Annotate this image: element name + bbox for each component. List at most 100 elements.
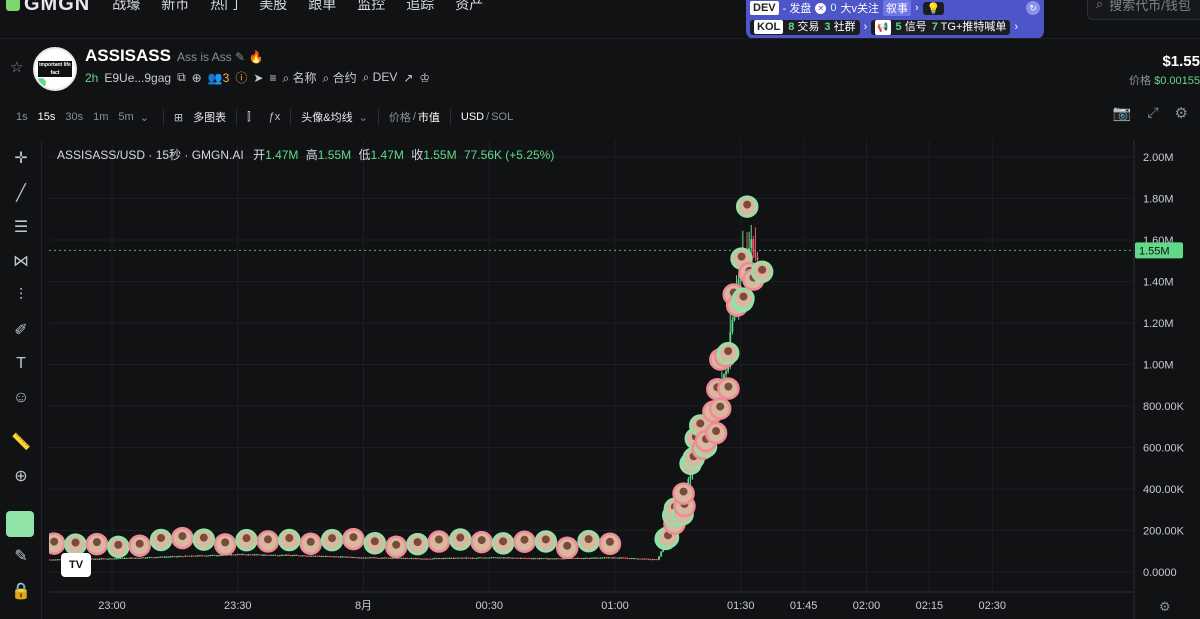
sol-toggle[interactable]: SOL (491, 111, 513, 123)
nav-assets[interactable]: 资产 (455, 0, 483, 14)
trade-avatar-marker-face (370, 537, 379, 546)
candle-body (259, 554, 262, 556)
copy-icon[interactable]: ⧉ (177, 70, 186, 85)
trade-avatar-marker-face (92, 538, 101, 547)
multi-chart-button[interactable]: 多图表 (193, 109, 226, 125)
candle-type-icon[interactable]: ⫿ (247, 111, 251, 124)
candle-body (134, 557, 136, 559)
candle-body (155, 557, 157, 559)
external-link-icon[interactable]: ↗ (403, 71, 413, 85)
candle-body (299, 555, 302, 557)
crown-icon[interactable]: ♔ (419, 71, 430, 85)
candle-body (750, 239, 753, 249)
camera-icon[interactable]: 📷 (1113, 104, 1132, 122)
gmgn-logo[interactable]: GMGN (6, 0, 90, 16)
search-dev-link[interactable]: ⌕ DEV (363, 70, 398, 85)
trade-avatar-marker-face (114, 540, 123, 549)
token-avatar[interactable]: important life fact (33, 47, 77, 91)
candle-body (324, 556, 327, 558)
logo-text: GMGN (24, 0, 91, 15)
candle-body (507, 557, 510, 559)
candle-body (456, 557, 459, 559)
text-icon[interactable]: T (10, 353, 32, 375)
candle-body (144, 557, 147, 559)
fib-icon[interactable]: ⫶ (10, 285, 32, 307)
timeframe-1m[interactable]: 1m (93, 111, 108, 123)
search-name-link[interactable]: ⌕ 名称 (282, 69, 316, 86)
warning-icon[interactable]: ⓘ (235, 69, 247, 86)
add-chart-icon[interactable]: ⊞ (174, 111, 183, 124)
candle-body (257, 554, 260, 556)
candle-body (429, 558, 432, 560)
candle-body (421, 558, 424, 560)
globe-icon[interactable]: ⊕ (192, 71, 202, 85)
magnet-active-icon[interactable] (6, 511, 34, 537)
nav-us-stocks[interactable]: 美股 (259, 0, 287, 14)
candle-body (301, 555, 304, 557)
candle-body (433, 558, 436, 560)
chevron-down-icon[interactable]: ⌄ (140, 111, 149, 124)
signal-box[interactable]: 📢 5 信号 7 TG+推特喊单 (871, 19, 1011, 35)
token-address[interactable]: E9Ue...9gag (104, 71, 171, 85)
brush-icon[interactable]: ✐ (10, 320, 32, 342)
timeframe-5m[interactable]: 5m (118, 111, 133, 123)
emoji-icon[interactable]: ☺ (10, 387, 32, 409)
fullscreen-icon[interactable]: ⤢ (1147, 104, 1158, 122)
nav-new[interactable]: 新币 (161, 0, 189, 14)
search-contract-link[interactable]: ⌕ 合约 (323, 69, 357, 86)
avatar-ma-dropdown[interactable]: 头像&均线 (301, 109, 352, 125)
nav-monitor[interactable]: 监控 (357, 0, 385, 14)
candle-body (264, 554, 266, 556)
timeframe-30s[interactable]: 30s (65, 111, 83, 123)
tradingview-logo[interactable]: TV (61, 553, 91, 577)
holders-icon[interactable]: 👥3 (208, 71, 230, 85)
candle-body (50, 559, 53, 561)
candle-body (477, 557, 480, 559)
trade-avatar-marker-face (605, 537, 614, 546)
chevron-down-icon[interactable]: ⌄ (359, 111, 368, 124)
timeframe-1s[interactable]: 1s (16, 111, 28, 123)
legend-open-label: 开 (253, 148, 266, 162)
nav-trenches[interactable]: 战壕 (112, 0, 140, 14)
candle-body (588, 558, 591, 560)
nav-track[interactable]: 追踪 (406, 0, 434, 14)
zoom-in-icon[interactable]: ⊕ (10, 466, 32, 488)
candle-body (438, 558, 440, 560)
refresh-icon[interactable]: ↻ (1026, 1, 1040, 15)
telegram-icon[interactable]: ➤ (253, 71, 263, 85)
horizontal-lines-icon[interactable]: ☰ (10, 217, 32, 239)
trendline-icon[interactable]: ╱ (10, 183, 32, 205)
usd-toggle[interactable]: USD (461, 111, 484, 123)
nav-copytrade[interactable]: 跟单 (308, 0, 336, 14)
candle-body (576, 557, 579, 559)
lock-drawings-icon[interactable]: ✎ (10, 546, 32, 568)
candle-body (551, 558, 554, 560)
price-chart[interactable]: 2.00M 1.80M 1.60M 1.40M 1.20M 1.00M 800.00K 600… (42, 140, 1200, 619)
nav-trending[interactable]: 热门 (210, 0, 238, 14)
menu-circle-icon[interactable]: ≡ (269, 71, 276, 85)
candle-body (138, 557, 141, 559)
lock-icon[interactable]: 🔒 (10, 581, 32, 603)
price-toggle[interactable]: 价格 (389, 109, 411, 125)
candle-body (635, 558, 637, 560)
search-box[interactable]: ⌕ 搜索代币/钱包 (1087, 0, 1200, 20)
x-tick-label: 23:30 (224, 600, 252, 612)
ruler-icon[interactable]: 📏 (10, 432, 32, 454)
mcap-toggle[interactable]: 市值 (418, 109, 440, 125)
narrative-chip[interactable]: 叙事 (882, 0, 911, 16)
indicator-fx-icon[interactable]: ƒx (269, 111, 281, 123)
timeframe-15s[interactable]: 15s (38, 111, 56, 123)
crosshair-icon[interactable]: ✛ (10, 148, 32, 170)
settings-icon[interactable]: ⚙ (1175, 104, 1188, 122)
candle-body (253, 554, 256, 556)
chart-canvas[interactable]: 2.00M1.80M1.60M1.40M1.20M1.00M800.00K600… (42, 140, 1200, 619)
kol-box[interactable]: KOL 8 交易 3 社群 (750, 19, 860, 35)
token-header: ☆ important life fact ASSISASS Ass is As… (0, 38, 1200, 91)
candle-body (498, 557, 501, 559)
axis-settings-icon[interactable]: ⚙ (1159, 600, 1171, 615)
pattern-icon[interactable]: ⋈ (10, 251, 32, 273)
candle-body (408, 558, 411, 560)
lightbulb-icon[interactable]: 💡 (922, 1, 945, 15)
favorite-star-icon[interactable]: ☆ (10, 58, 23, 76)
candle-body (389, 557, 392, 559)
